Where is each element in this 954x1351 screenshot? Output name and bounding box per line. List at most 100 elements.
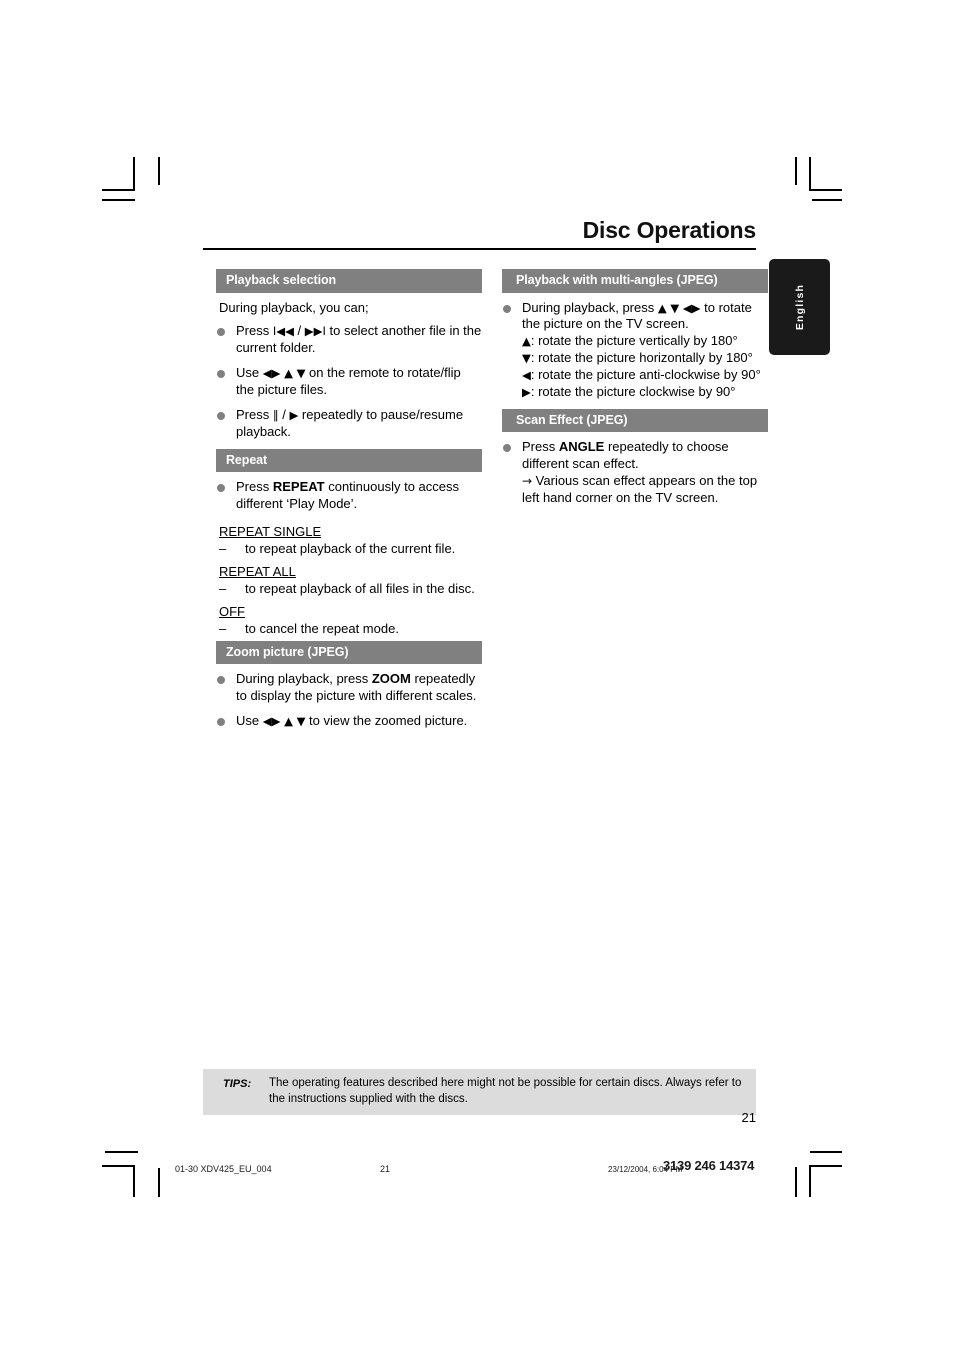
bullet-item: Press ‖ / ▶ repeatedly to pause/resume p… (216, 407, 482, 441)
bullet-text: During playback, press ▲ ▼ ◀▶ to rotate … (522, 300, 752, 332)
text-run: During playback, press (522, 299, 658, 315)
crop-mark-bottom-left-horizontal-outer (105, 1151, 138, 1153)
section-playback-selection: Playback selection During playback, you c… (216, 269, 482, 441)
bullet-item: During playback, press ZOOM repeatedly t… (216, 671, 482, 705)
bullet-dot-icon (503, 304, 511, 313)
control-glyph-icon: ◀ (522, 368, 531, 383)
play-mode-label: OFF (219, 603, 245, 619)
bullet-subline: ◀: rotate the picture anti-clockwise by … (522, 367, 768, 384)
title-divider (203, 248, 756, 251)
section-repeat: Repeat Press REPEAT continuously to acces… (216, 448, 482, 638)
bullet-text: Press ANGLE repeatedly to choose differe… (522, 439, 729, 471)
emphasis-scan-effect-jpeg: ANGLE (558, 439, 605, 455)
bullet-text: Press I◀◀ / ▶▶I to select another file i… (236, 323, 481, 355)
bullet-dot-icon (217, 717, 225, 726)
play-mode-description-text: to repeat playback of all files in the d… (245, 580, 475, 596)
crop-mark-bottom-left-horizontal-inner (102, 1165, 135, 1167)
text-run: Press (236, 479, 273, 495)
crop-mark-bottom-left-vertical-outer (158, 1168, 160, 1197)
section-scan-effect-jpeg: Scan Effect (JPEG) Press ANGLE repeatedly… (502, 408, 768, 507)
bullet-dot-icon (217, 370, 225, 379)
play-mode-description-text: to cancel the repeat mode. (245, 620, 399, 636)
tips-text: The operating features described here mi… (269, 1077, 742, 1105)
section-heading-repeat: Repeat (216, 448, 482, 473)
control-glyph-icon: ◀▶ ▲ ▼ (262, 713, 306, 728)
control-glyph-icon: ◀▶ ▲ ▼ (262, 366, 306, 381)
footer-document-code: 3139 246 14374 (663, 1158, 755, 1173)
text-run: : rotate the picture horizontally by 180… (530, 350, 753, 366)
bullet-dot-icon (217, 484, 225, 493)
play-mode-name: OFF (216, 601, 482, 621)
page-title: Disc Operations (582, 217, 757, 243)
crop-mark-top-right-horizontal-inner (809, 189, 842, 191)
crop-mark-top-left-vertical-inner (133, 157, 135, 191)
crop-mark-bottom-right-horizontal-inner (809, 1165, 842, 1167)
emphasis-zoom-picture-jpeg: ZOOM (371, 671, 411, 687)
bullet-subline: ▼: rotate the picture horizontally by 18… (522, 350, 768, 367)
crop-mark-bottom-right-vertical-inner (809, 1165, 811, 1197)
dash-marker-icon: – (219, 620, 227, 636)
bullet-item: During playback, press ▲ ▼ ◀▶ to rotate … (502, 300, 768, 401)
crop-mark-top-left-vertical-outer (158, 157, 160, 185)
text-run: Various scan effect appears on the top l… (522, 473, 758, 506)
play-mode-description: – to repeat playback of all files in the … (219, 581, 482, 598)
text-run: Use (236, 712, 263, 728)
section-intro-text: During playback, you can; (219, 299, 369, 315)
crop-mark-top-left-horizontal-inner (102, 189, 135, 191)
text-run: During playback, press (236, 671, 372, 687)
bullet-dot-icon (503, 444, 511, 453)
text-run: Use (236, 365, 263, 381)
bullet-item: Press REPEAT continuously to access diff… (216, 479, 482, 513)
tips-box: TIPS: The operating features described h… (203, 1069, 756, 1116)
play-mode-label: REPEAT ALL (219, 563, 296, 579)
text-run: Press (236, 406, 273, 422)
language-tab-label: English (793, 283, 806, 331)
bullet-subline: → Various scan effect appears on the top… (522, 473, 768, 507)
play-mode-name: REPEAT ALL (216, 561, 482, 581)
dash-marker-icon: – (219, 580, 227, 596)
bullet-subline: ▶: rotate the picture clockwise by 90° (522, 384, 768, 401)
play-mode-description-text: to repeat playback of the current file. (245, 541, 456, 557)
bullet-item: Press I◀◀ / ▶▶I to select another file i… (216, 323, 482, 357)
bullet-text: Use ◀▶ ▲ ▼ on the remote to rotate/flip … (236, 365, 461, 397)
control-glyph-icon: I◀◀ (272, 324, 294, 339)
bullet-text: Press ‖ / ▶ repeatedly to pause/resume p… (236, 407, 463, 439)
tips-label: TIPS: (223, 1078, 252, 1090)
crop-mark-top-right-horizontal-outer (812, 199, 842, 201)
text-run: : rotate the picture vertically by 180° (530, 333, 738, 349)
play-mode-description: – to repeat playback of the current file. (219, 541, 482, 558)
bullet-dot-icon (217, 676, 225, 685)
bullet-item: Use ◀▶ ▲ ▼ to view the zoomed picture. (216, 713, 482, 730)
section-heading-playback-multi-angles-jpeg: Playback with multi-angles (JPEG) (502, 269, 768, 293)
text-run: : rotate the picture clockwise by 90° (530, 383, 736, 399)
emphasis-repeat: REPEAT (272, 479, 325, 495)
bullet-dot-icon (217, 328, 225, 337)
text-run: / (278, 406, 290, 422)
section-playback-multi-angles-jpeg: Playback with multi-angles (JPEG) During … (502, 269, 768, 401)
section-heading-scan-effect-jpeg: Scan Effect (JPEG) (502, 408, 768, 433)
bullet-text: Use ◀▶ ▲ ▼ to view the zoomed picture. (236, 713, 467, 728)
crop-mark-top-right-vertical-inner (809, 157, 811, 191)
bullet-text: Press REPEAT continuously to access diff… (236, 479, 459, 511)
bullet-subline: ▲: rotate the picture vertically by 180° (522, 333, 768, 350)
bullet-dot-icon (217, 411, 225, 420)
section-zoom-picture-jpeg: Zoom picture (JPEG) During playback, pres… (216, 640, 482, 730)
footer-filename: 01-30 XDV425_EU_004 (175, 1164, 272, 1174)
crop-mark-bottom-left-vertical-inner (133, 1165, 135, 1197)
play-mode-description: – to cancel the repeat mode. (219, 621, 482, 638)
text-run: to view the zoomed picture. (305, 712, 468, 728)
section-heading-zoom-picture-jpeg: Zoom picture (JPEG) (216, 640, 482, 665)
control-glyph-icon: ▲ (522, 334, 531, 349)
right-content-column: Playback with multi-angles (JPEG) During … (502, 269, 768, 515)
play-mode-label: REPEAT SINGLE (219, 524, 322, 540)
play-mode-name: REPEAT SINGLE (216, 521, 482, 541)
right-arrow-icon: → (522, 474, 533, 489)
dash-marker-icon: – (219, 541, 227, 557)
language-tab: English (769, 259, 830, 355)
section-heading-playback-selection: Playback selection (216, 269, 482, 293)
control-glyph-icon: ▶▶I (304, 324, 326, 339)
bullet-item: Use ◀▶ ▲ ▼ on the remote to rotate/flip … (216, 365, 482, 399)
text-run: Press (522, 439, 559, 455)
control-glyph-icon: ▼ (522, 351, 531, 366)
crop-mark-top-right-vertical-outer (795, 157, 797, 185)
